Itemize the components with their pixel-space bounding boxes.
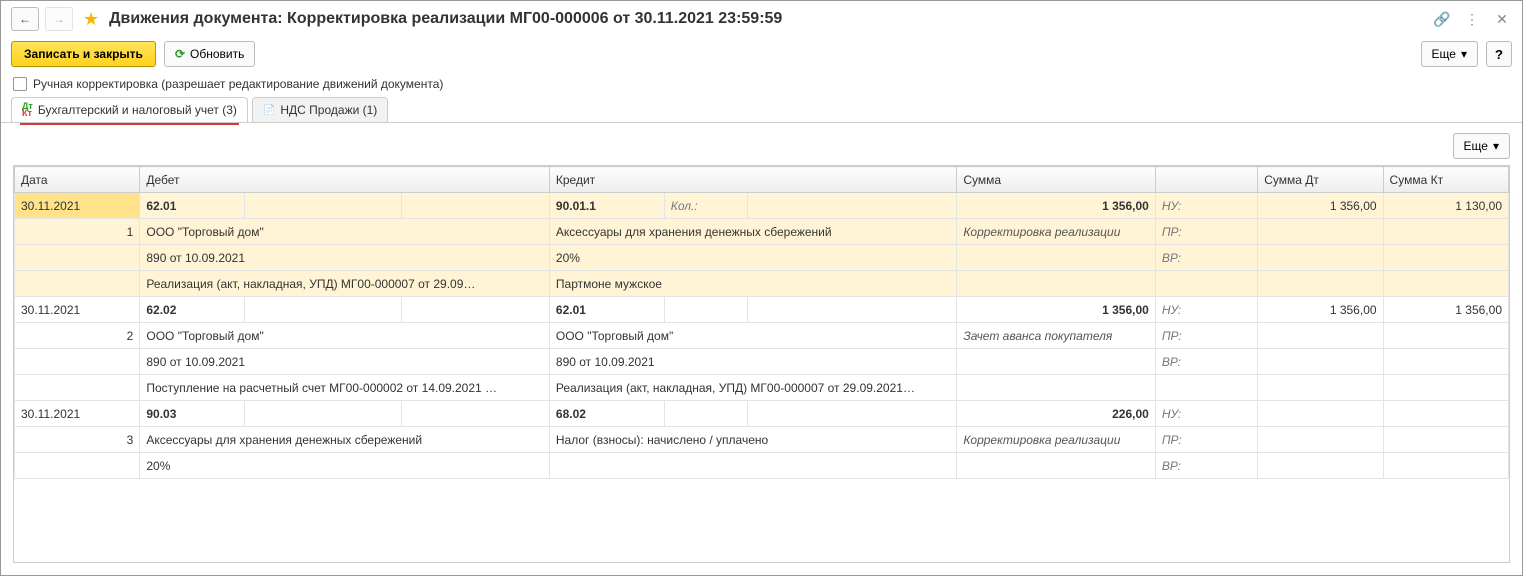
refresh-icon: ⟳ [175, 47, 185, 61]
cell-idx: 2 [15, 323, 140, 349]
tab-accounting-label: Бухгалтерский и налоговый учет (3) [38, 103, 237, 117]
col-date[interactable]: Дата [15, 167, 140, 193]
col-blank[interactable] [1155, 167, 1257, 193]
cell-vr-label: ВР: [1155, 245, 1257, 271]
cell-sum-kt [1383, 401, 1508, 427]
cell-date: 30.11.2021 [15, 401, 140, 427]
cell-debit-line: ООО "Торговый дом" [140, 219, 550, 245]
table-row[interactable]: Реализация (акт, накладная, УПД) МГ00-00… [15, 271, 1509, 297]
table-row[interactable]: 20% ВР: [15, 453, 1509, 479]
table-row[interactable]: 1ООО "Торговый дом"Аксессуары для хранен… [15, 219, 1509, 245]
cell-vr-label: ВР: [1155, 349, 1257, 375]
cell-pr-label: ПР: [1155, 323, 1257, 349]
postings-table: Дата Дебет Кредит Сумма Сумма Дт Сумма К… [14, 166, 1509, 479]
cell-debit-line: Реализация (акт, накладная, УПД) МГ00-00… [140, 271, 550, 297]
table-row[interactable]: 2ООО "Торговый дом"ООО "Торговый дом"Зач… [15, 323, 1509, 349]
chevron-down-icon: ▾ [1461, 47, 1467, 61]
cell-debit-line: 20% [140, 453, 550, 479]
cell-debit-line: 890 от 10.09.2021 [140, 245, 550, 271]
nav-back-button[interactable]: ← [11, 7, 39, 31]
cell-credit-line: 890 от 10.09.2021 [549, 349, 956, 375]
tab-accounting[interactable]: ДтКт Бухгалтерский и налоговый учет (3) [11, 97, 248, 122]
favorite-star-icon[interactable]: ★ [83, 9, 99, 30]
cell-debit-line: ООО "Торговый дом" [140, 323, 550, 349]
cell-credit-acc: 90.01.1 [549, 193, 664, 219]
cell-qty-label [664, 401, 748, 427]
cell-sum: 1 356,00 [957, 193, 1155, 219]
cell-debit-acc: 90.03 [140, 401, 244, 427]
cell-date: 30.11.2021 [15, 297, 140, 323]
cell-sum-dt: 1 356,00 [1258, 193, 1383, 219]
manual-correction-label: Ручная корректировка (разрешает редактир… [33, 77, 443, 91]
cell-debit-line: Поступление на расчетный счет МГ00-00000… [140, 375, 550, 401]
cell-date: 30.11.2021 [15, 193, 140, 219]
dtgt-icon: ДтКт [22, 103, 33, 117]
cell-nu-label: НУ: [1155, 193, 1257, 219]
cell-credit-line [549, 453, 956, 479]
col-sum-kt[interactable]: Сумма Кт [1383, 167, 1508, 193]
help-button[interactable]: ? [1486, 41, 1512, 67]
cell-pr-label: ПР: [1155, 427, 1257, 453]
col-credit[interactable]: Кредит [549, 167, 956, 193]
cell-sum-desc: Зачет аванса покупателя [957, 323, 1155, 349]
save-close-button[interactable]: Записать и закрыть [11, 41, 156, 67]
close-icon[interactable]: ✕ [1492, 9, 1512, 29]
cell-nu-label: НУ: [1155, 297, 1257, 323]
cell-sum-kt: 1 356,00 [1383, 297, 1508, 323]
cell-credit-acc: 68.02 [549, 401, 664, 427]
page-title: Движения документа: Корректировка реализ… [109, 10, 1426, 28]
document-icon: 📄 [263, 105, 275, 116]
more-button-top[interactable]: Еще ▾ [1421, 41, 1478, 67]
cell-sum-desc: Корректировка реализации [957, 219, 1155, 245]
cell-vr-label: ВР: [1155, 453, 1257, 479]
chevron-down-icon: ▾ [1493, 139, 1499, 153]
kebab-menu-icon[interactable]: ⋮ [1462, 9, 1482, 29]
cell-debit-acc: 62.02 [140, 297, 244, 323]
cell-sum: 226,00 [957, 401, 1155, 427]
cell-sum-dt: 1 356,00 [1258, 297, 1383, 323]
table-row[interactable]: 890 от 10.09.2021890 от 10.09.2021 ВР: [15, 349, 1509, 375]
cell-credit-line: ООО "Торговый дом" [549, 323, 956, 349]
cell-qty-label [664, 297, 748, 323]
tab-vat[interactable]: 📄 НДС Продажи (1) [252, 97, 388, 122]
table-row[interactable]: Поступление на расчетный счет МГ00-00000… [15, 375, 1509, 401]
cell-credit-acc: 62.01 [549, 297, 664, 323]
tab-vat-label: НДС Продажи (1) [280, 103, 377, 117]
more-button-grid[interactable]: Еще ▾ [1453, 133, 1510, 159]
cell-debit-acc: 62.01 [140, 193, 244, 219]
more-label: Еще [1432, 47, 1456, 61]
table-row[interactable]: 30.11.202162.0262.011 356,00НУ:1 356,001… [15, 297, 1509, 323]
link-icon[interactable]: 🔗 [1432, 9, 1452, 29]
col-sum[interactable]: Сумма [957, 167, 1155, 193]
cell-idx: 1 [15, 219, 140, 245]
manual-correction-checkbox[interactable] [13, 77, 27, 91]
cell-credit-line: Партмоне мужское [549, 271, 956, 297]
col-sum-dt[interactable]: Сумма Дт [1258, 167, 1383, 193]
cell-sum-dt [1258, 401, 1383, 427]
cell-credit-line: Налог (взносы): начислено / уплачено [549, 427, 956, 453]
cell-credit-line: Аксессуары для хранения денежных сбереже… [549, 219, 956, 245]
cell-sum-desc: Корректировка реализации [957, 427, 1155, 453]
cell-nu-label: НУ: [1155, 401, 1257, 427]
refresh-button[interactable]: ⟳ Обновить [164, 41, 255, 67]
cell-debit-line: 890 от 10.09.2021 [140, 349, 550, 375]
more-label-grid: Еще [1464, 139, 1488, 153]
cell-idx: 3 [15, 427, 140, 453]
refresh-label: Обновить [190, 47, 244, 61]
cell-sum: 1 356,00 [957, 297, 1155, 323]
table-row[interactable]: 30.11.202190.03 68.02 226,00НУ: [15, 401, 1509, 427]
cell-credit-line: 20% [549, 245, 956, 271]
cell-pr-label: ПР: [1155, 219, 1257, 245]
table-row[interactable]: 890 от 10.09.202120% ВР: [15, 245, 1509, 271]
cell-debit-line: Аксессуары для хранения денежных сбереже… [140, 427, 550, 453]
table-row[interactable]: 3Аксессуары для хранения денежных сбереж… [15, 427, 1509, 453]
cell-credit-line: Реализация (акт, накладная, УПД) МГ00-00… [549, 375, 956, 401]
cell-sum-kt: 1 130,00 [1383, 193, 1508, 219]
nav-forward-button[interactable]: → [45, 7, 73, 31]
col-debit[interactable]: Дебет [140, 167, 550, 193]
table-row[interactable]: 30.11.202162.0190.01.1Кол.:1 356,00НУ:1 … [15, 193, 1509, 219]
cell-qty-label: Кол.: [664, 193, 748, 219]
